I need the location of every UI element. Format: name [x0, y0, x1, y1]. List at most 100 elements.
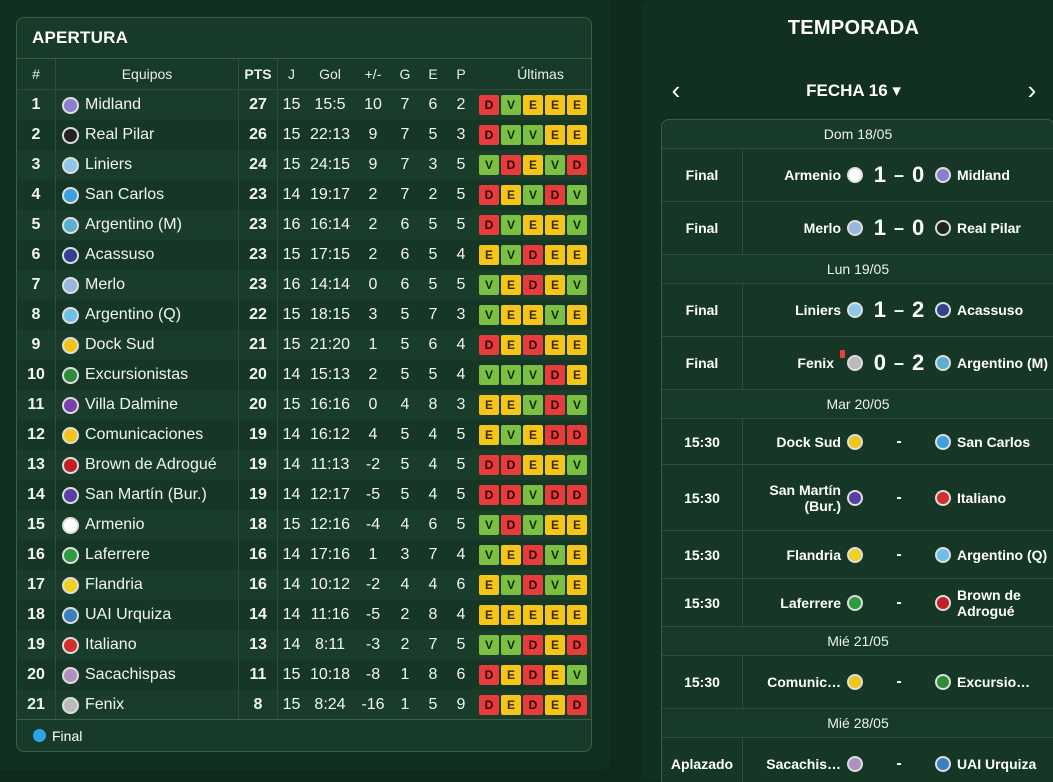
match-row[interactable]: Final Liniers 1–2 Acassuso	[662, 284, 1053, 337]
form-result-badge[interactable]: V	[567, 185, 587, 205]
form-result-badge[interactable]: D	[501, 515, 521, 535]
table-row[interactable]: 2 Real Pilar 26 15 22:13 9 7 5 3 D V V E E	[17, 120, 591, 150]
form-result-badge[interactable]: V	[501, 425, 521, 445]
match-row[interactable]: Final Merlo 1–0 Real Pilar	[662, 202, 1053, 255]
team-link[interactable]: Flandria	[56, 576, 238, 594]
form-result-badge[interactable]: V	[501, 95, 521, 115]
form-result-badge[interactable]: E	[567, 365, 587, 385]
col-header-goal-diff[interactable]: +/-	[355, 59, 391, 90]
form-result-badge[interactable]: E	[567, 515, 587, 535]
form-result-badge[interactable]: D	[479, 335, 499, 355]
col-header-draw[interactable]: E	[419, 59, 447, 90]
team-link[interactable]: Sacachispas	[56, 666, 238, 684]
col-header-lost[interactable]: P	[447, 59, 475, 90]
form-result-badge[interactable]: V	[479, 365, 499, 385]
form-result-badge[interactable]: V	[501, 575, 521, 595]
form-result-badge[interactable]: E	[545, 335, 565, 355]
form-result-badge[interactable]: E	[545, 695, 565, 715]
form-result-badge[interactable]: D	[479, 95, 499, 115]
form-result-badge[interactable]: E	[479, 575, 499, 595]
form-result-badge[interactable]: E	[479, 425, 499, 445]
form-result-badge[interactable]: D	[523, 275, 543, 295]
team-link[interactable]: Comunicaciones	[56, 426, 238, 444]
form-result-badge[interactable]: E	[567, 245, 587, 265]
form-result-badge[interactable]: V	[501, 635, 521, 655]
form-result-badge[interactable]: E	[501, 545, 521, 565]
match-row[interactable]: 15:30 Laferrere - Brown de Adrogué	[662, 579, 1053, 627]
form-result-badge[interactable]: E	[479, 395, 499, 415]
table-row[interactable]: 15 Armenio 18 15 12:16 -4 4 6 5 V D V E E	[17, 510, 591, 540]
team-link[interactable]: Armenio	[56, 516, 238, 534]
form-result-badge[interactable]: E	[523, 305, 543, 325]
form-result-badge[interactable]: E	[523, 425, 543, 445]
form-result-badge[interactable]: E	[523, 455, 543, 475]
form-result-badge[interactable]: E	[523, 95, 543, 115]
form-result-badge[interactable]: V	[501, 365, 521, 385]
table-row[interactable]: 20 Sacachispas 11 15 10:18 -8 1 8 6 D E D E V	[17, 660, 591, 690]
form-result-badge[interactable]: D	[523, 245, 543, 265]
form-result-badge[interactable]: D	[567, 485, 587, 505]
form-result-badge[interactable]: V	[501, 215, 521, 235]
table-row[interactable]: 9 Dock Sud 21 15 21:20 1 5 6 4 D E D E E	[17, 330, 591, 360]
form-result-badge[interactable]: V	[479, 155, 499, 175]
form-result-badge[interactable]: V	[523, 485, 543, 505]
form-result-badge[interactable]: V	[545, 305, 565, 325]
team-link[interactable]: Midland	[56, 96, 238, 114]
form-result-badge[interactable]: D	[545, 485, 565, 505]
form-result-badge[interactable]: V	[501, 125, 521, 145]
table-row[interactable]: 8 Argentino (Q) 22 15 18:15 3 5 7 3 V E E V E	[17, 300, 591, 330]
form-result-badge[interactable]: D	[523, 545, 543, 565]
form-result-badge[interactable]: D	[501, 455, 521, 475]
table-row[interactable]: 12 Comunicaciones 19 14 16:12 4 5 4 5 E V E D D	[17, 420, 591, 450]
form-result-badge[interactable]: D	[545, 425, 565, 445]
team-link[interactable]: Merlo	[56, 276, 238, 294]
col-header-played[interactable]: J	[277, 59, 305, 90]
form-result-badge[interactable]: E	[567, 125, 587, 145]
match-row[interactable]: 15:30 Comunic… - Excursio…	[662, 656, 1053, 709]
match-row[interactable]: Final Armenio 1–0 Midland	[662, 149, 1053, 202]
form-result-badge[interactable]: E	[501, 185, 521, 205]
form-result-badge[interactable]: V	[479, 275, 499, 295]
form-result-badge[interactable]: E	[523, 155, 543, 175]
table-row[interactable]: 5 Argentino (M) 23 16 16:14 2 6 5 5 D V E E V	[17, 210, 591, 240]
form-result-badge[interactable]: D	[523, 695, 543, 715]
table-row[interactable]: 14 San Martín (Bur.) 19 14 12:17 -5 5 4 5 D D V D D	[17, 480, 591, 510]
form-result-badge[interactable]: V	[545, 575, 565, 595]
form-result-badge[interactable]: D	[567, 155, 587, 175]
team-link[interactable]: Acassuso	[56, 246, 238, 264]
form-result-badge[interactable]: D	[545, 185, 565, 205]
table-row[interactable]: 7 Merlo 23 16 14:14 0 6 5 5 V E D E V	[17, 270, 591, 300]
form-result-badge[interactable]: V	[523, 125, 543, 145]
team-link[interactable]: Laferrere	[56, 546, 238, 564]
form-result-badge[interactable]: V	[501, 245, 521, 265]
form-result-badge[interactable]: E	[479, 245, 499, 265]
col-header-won[interactable]: G	[391, 59, 419, 90]
form-result-badge[interactable]: E	[545, 635, 565, 655]
form-result-badge[interactable]: E	[545, 455, 565, 475]
team-link[interactable]: Italiano	[56, 636, 238, 654]
form-result-badge[interactable]: E	[501, 335, 521, 355]
form-result-badge[interactable]: E	[545, 275, 565, 295]
form-result-badge[interactable]: E	[501, 305, 521, 325]
match-row[interactable]: Aplazado Sacachis… - UAI Urquiza	[662, 738, 1053, 782]
form-result-badge[interactable]: D	[501, 155, 521, 175]
form-result-badge[interactable]: D	[479, 215, 499, 235]
table-row[interactable]: 18 UAI Urquiza 14 14 11:16 -5 2 8 4 E E E E E	[17, 600, 591, 630]
form-result-badge[interactable]: V	[479, 635, 499, 655]
form-result-badge[interactable]: D	[567, 635, 587, 655]
form-result-badge[interactable]: D	[523, 635, 543, 655]
team-link[interactable]: Real Pilar	[56, 126, 238, 144]
form-result-badge[interactable]: V	[523, 515, 543, 535]
table-row[interactable]: 10 Excursionistas 20 14 15:13 2 5 5 4 V V V D E	[17, 360, 591, 390]
form-result-badge[interactable]: E	[501, 665, 521, 685]
match-row[interactable]: 15:30 Dock Sud - San Carlos	[662, 419, 1053, 465]
form-result-badge[interactable]: V	[479, 305, 499, 325]
form-result-badge[interactable]: E	[567, 95, 587, 115]
table-row[interactable]: 16 Laferrere 16 14 17:16 1 3 7 4 V E D V E	[17, 540, 591, 570]
form-result-badge[interactable]: D	[545, 365, 565, 385]
col-header-goals[interactable]: Gol	[305, 59, 355, 90]
form-result-badge[interactable]: D	[567, 695, 587, 715]
table-row[interactable]: 1 Midland 27 15 15:5 10 7 6 2 D V E E E	[17, 89, 591, 120]
form-result-badge[interactable]: V	[523, 185, 543, 205]
form-result-badge[interactable]: E	[501, 695, 521, 715]
